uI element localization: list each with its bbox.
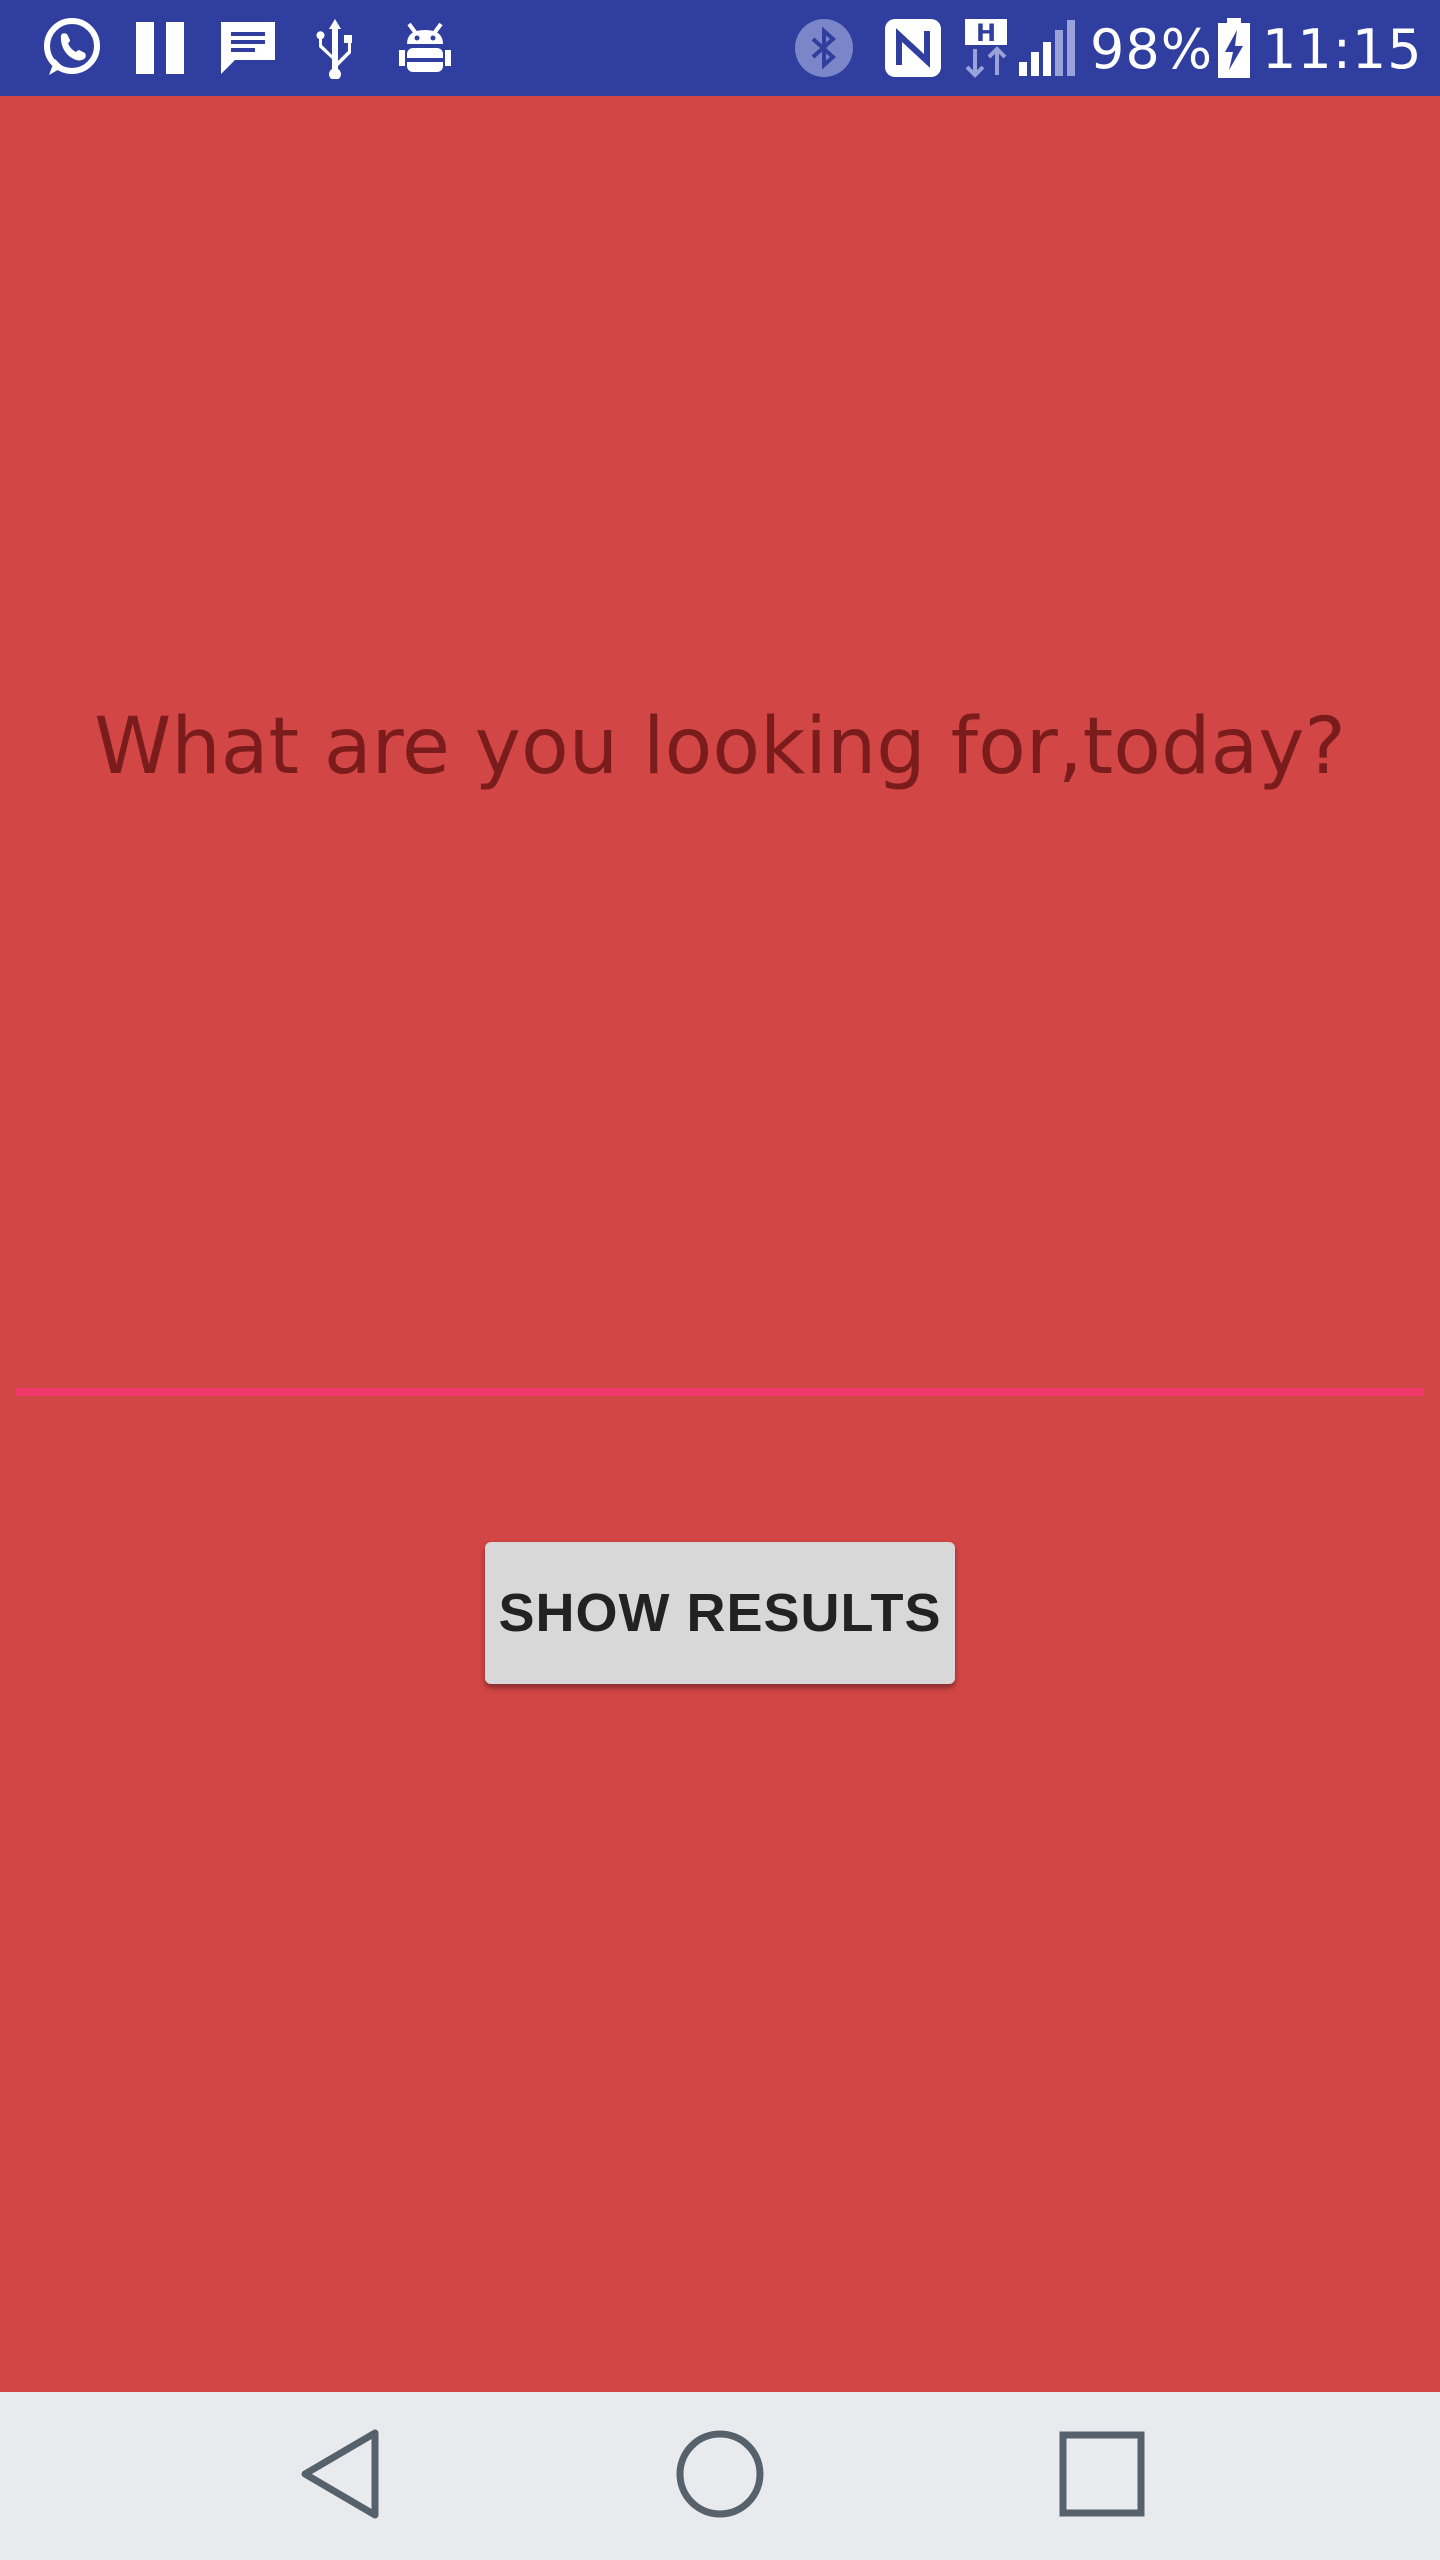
home-icon (673, 2427, 767, 2526)
battery-percent: 98% (1090, 18, 1214, 81)
home-button[interactable] (670, 2426, 770, 2526)
back-button[interactable] (290, 2426, 390, 2526)
signal-icon (1016, 14, 1078, 82)
main-content: What are you looking for,today? SHOW RES… (0, 96, 1440, 2392)
svg-text:H: H (976, 19, 996, 47)
whatsapp-icon (36, 14, 108, 82)
navigation-bar (0, 2392, 1440, 2560)
hspa-data-icon: H (962, 14, 1010, 82)
prompt-heading: What are you looking for,today? (94, 702, 1346, 792)
show-results-button[interactable]: SHOW RESULTS (485, 1542, 955, 1684)
recents-icon (1055, 2427, 1149, 2526)
usb-icon (312, 14, 358, 82)
message-icon (218, 14, 278, 82)
battery-charging-icon (1214, 14, 1254, 82)
pause-icon (132, 14, 188, 82)
bluetooth-icon (792, 14, 856, 82)
status-bar: H 98% 11:15 (0, 0, 1440, 96)
nfc-icon (882, 14, 944, 82)
search-input[interactable] (16, 1296, 1424, 1396)
back-icon (295, 2427, 385, 2526)
recents-button[interactable] (1052, 2426, 1152, 2526)
android-debug-icon (396, 14, 454, 82)
clock: 11:15 (1262, 18, 1423, 81)
